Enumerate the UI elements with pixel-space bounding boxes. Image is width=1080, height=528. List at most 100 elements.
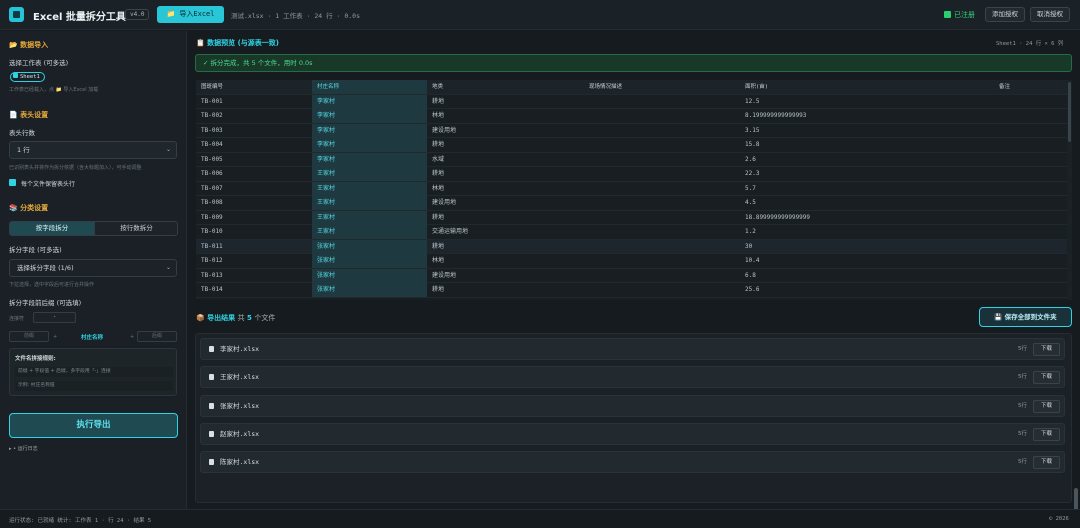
table-cell: 张家村 xyxy=(312,254,427,268)
table-cell: 4.5 xyxy=(745,199,756,206)
file-icon xyxy=(209,374,214,381)
table-row[interactable]: TB-011 张家村 耕地 30 xyxy=(196,239,1072,254)
table-cell: TB-011 xyxy=(201,242,223,250)
table-cell: 林地 xyxy=(432,112,445,119)
result-file-item[interactable]: 陈家村.xlsx 5行 下载 xyxy=(200,451,1065,474)
table-row[interactable]: TB-010 王家村 交通运输用地 1.2 xyxy=(196,225,1072,240)
split-field-select[interactable]: 选择拆分字段 (1/6) ⌄ xyxy=(9,259,177,277)
chevron-down-icon: ⌄ xyxy=(165,264,171,271)
download-button[interactable]: 下载 xyxy=(1033,427,1060,441)
table-cell: 林地 xyxy=(432,257,445,264)
run-log-toggle[interactable]: ▸ • 运行日志 xyxy=(9,445,38,452)
keep-header-checkbox[interactable] xyxy=(9,179,16,186)
table-header-row: 图斑编号 村庄名称 地类 现场情况描述 面积(亩) 备注 xyxy=(196,80,1072,95)
result-file-item[interactable]: 王家村.xlsx 5行 下载 xyxy=(200,366,1065,389)
column-header[interactable]: 面积(亩) xyxy=(745,80,995,94)
table-cell xyxy=(589,211,739,225)
download-button[interactable]: 下载 xyxy=(1033,399,1060,413)
table-row[interactable]: TB-012 张家村 林地 10.4 xyxy=(196,254,1072,269)
section-data-import: 📂 数据导入 xyxy=(9,40,48,50)
file-name: 王家村.xlsx xyxy=(220,373,260,382)
table-cell xyxy=(589,182,739,196)
table-row[interactable]: TB-014 张家村 耕地 25.6 xyxy=(196,283,1072,298)
result-file-item[interactable]: 赵家村.xlsx 5行 下载 xyxy=(200,422,1065,445)
result-file-item[interactable]: 张家村.xlsx 5行 下载 xyxy=(200,394,1065,417)
file-name: 张家村.xlsx xyxy=(220,401,260,410)
table-cell: 10.4 xyxy=(745,257,760,264)
table-row[interactable]: TB-003 李家村 建设用地 3.15 xyxy=(196,123,1072,138)
save-all-button[interactable]: 💾 保存全部到文件夹 xyxy=(979,307,1072,327)
table-row[interactable]: TB-005 李家村 水域 2.6 xyxy=(196,152,1072,167)
prefix-input[interactable]: 前缀 xyxy=(9,331,49,342)
table-cell xyxy=(999,153,1059,167)
import-excel-button[interactable]: 📁 导入Excel xyxy=(157,6,224,23)
table-cell xyxy=(589,109,739,123)
results-title: 📦 导出结果 共 5 个文件 xyxy=(196,313,275,323)
header-rows-select[interactable]: 1 行 ⌄ xyxy=(9,141,177,159)
page-scrollbar[interactable] xyxy=(1074,488,1078,510)
folder-icon: 📂 xyxy=(9,41,18,49)
section-title: 分类设置 xyxy=(20,204,49,212)
table-row[interactable]: TB-002 李家村 林地 8.199999999999993 xyxy=(196,109,1072,124)
rule-title: 文件名拼接规则: xyxy=(15,356,56,362)
table-cell: 6.8 xyxy=(745,271,756,279)
table-cell: 耕地 xyxy=(432,242,445,250)
column-header[interactable]: 地类 xyxy=(432,80,582,94)
table-scrollbar[interactable] xyxy=(1067,80,1072,300)
column-header[interactable]: 村庄名称 xyxy=(312,80,427,94)
column-header[interactable]: 现场情况描述 xyxy=(589,80,739,94)
table-cell xyxy=(999,269,1059,283)
table-cell xyxy=(999,283,1059,297)
table-row[interactable]: TB-013 张家村 建设用地 6.8 xyxy=(196,268,1072,283)
table-row[interactable]: TB-009 王家村 耕地 18.899999999999999 xyxy=(196,210,1072,225)
table-cell: TB-003 xyxy=(201,126,223,134)
table-cell: 8.199999999999993 xyxy=(745,112,807,119)
tab-split-by-rows[interactable]: 按行数拆分 xyxy=(94,222,177,235)
scrollbar-thumb[interactable] xyxy=(1068,82,1071,142)
registration-status: 已注册 xyxy=(944,10,975,20)
table-cell: TB-009 xyxy=(201,213,223,221)
result-file-item[interactable]: 李家村.xlsx 5行 下载 xyxy=(200,338,1065,360)
download-button[interactable]: 下载 xyxy=(1033,343,1060,356)
clipboard-icon: 📋 xyxy=(196,39,205,47)
affix-label: 拆分字段前后缀 (可选填) xyxy=(9,299,82,307)
run-export-button[interactable]: 执行导出 xyxy=(9,413,178,438)
table-cell xyxy=(589,269,739,283)
column-header[interactable]: 备注 xyxy=(999,80,1059,94)
plus-sign: + xyxy=(53,334,58,340)
sheet-select-label: 选择工作表 (可多选) xyxy=(9,59,69,67)
table-row[interactable]: TB-004 李家村 耕地 15.8 xyxy=(196,138,1072,153)
table-row[interactable]: TB-001 李家村 耕地 12.5 xyxy=(196,94,1072,109)
data-preview-table[interactable]: 图斑编号 村庄名称 地类 现场情况描述 面积(亩) 备注 TB-001 李家村 耕地 12.5 TB… xyxy=(196,80,1072,300)
table-cell xyxy=(999,196,1059,210)
sheet-chip-label: Sheet1 xyxy=(20,74,40,80)
split-field-chip[interactable]: 村庄名称 xyxy=(81,333,103,341)
tab-split-by-field[interactable]: 按字段拆分 xyxy=(10,222,94,235)
copyright: © 2026 xyxy=(1049,516,1069,522)
table-row[interactable]: TB-008 王家村 建设用地 4.5 xyxy=(196,196,1072,211)
file-row-count: 5行 xyxy=(1018,402,1027,409)
table-row[interactable]: TB-007 王家村 林地 5.7 xyxy=(196,181,1072,196)
table-row[interactable]: TB-006 王家村 耕地 22.3 xyxy=(196,167,1072,182)
section-title: 数据导入 xyxy=(20,41,49,49)
split-field-hint: 下拉选择，选中字段后可进行合并操作 xyxy=(9,282,95,288)
header-rows-label: 表头行数 xyxy=(9,129,35,137)
cancel-license-button[interactable]: 取消授权 xyxy=(1030,7,1070,22)
table-cell: TB-014 xyxy=(201,286,223,293)
table-cell xyxy=(589,196,739,210)
add-license-button[interactable]: 添加授权 xyxy=(985,7,1025,22)
download-button[interactable]: 下载 xyxy=(1033,456,1060,470)
table-cell xyxy=(999,240,1059,254)
section-split-settings: 📚 分类设置 xyxy=(9,203,48,213)
download-button[interactable]: 下载 xyxy=(1033,371,1060,385)
table-cell xyxy=(589,225,739,239)
split-mode-tabs: 按字段拆分 按行数拆分 xyxy=(9,221,178,236)
table-cell xyxy=(589,240,739,254)
column-header[interactable]: 图斑编号 xyxy=(201,80,311,94)
table-cell xyxy=(999,124,1059,138)
preview-meta: Sheet1 · 24 行 × 6 列 xyxy=(996,41,1064,47)
suffix-input[interactable]: 后缀 xyxy=(137,331,177,342)
table-cell: 建设用地 xyxy=(432,126,457,134)
sheet-chip[interactable]: Sheet1 xyxy=(10,72,45,82)
connector-input[interactable]: - xyxy=(33,312,76,323)
